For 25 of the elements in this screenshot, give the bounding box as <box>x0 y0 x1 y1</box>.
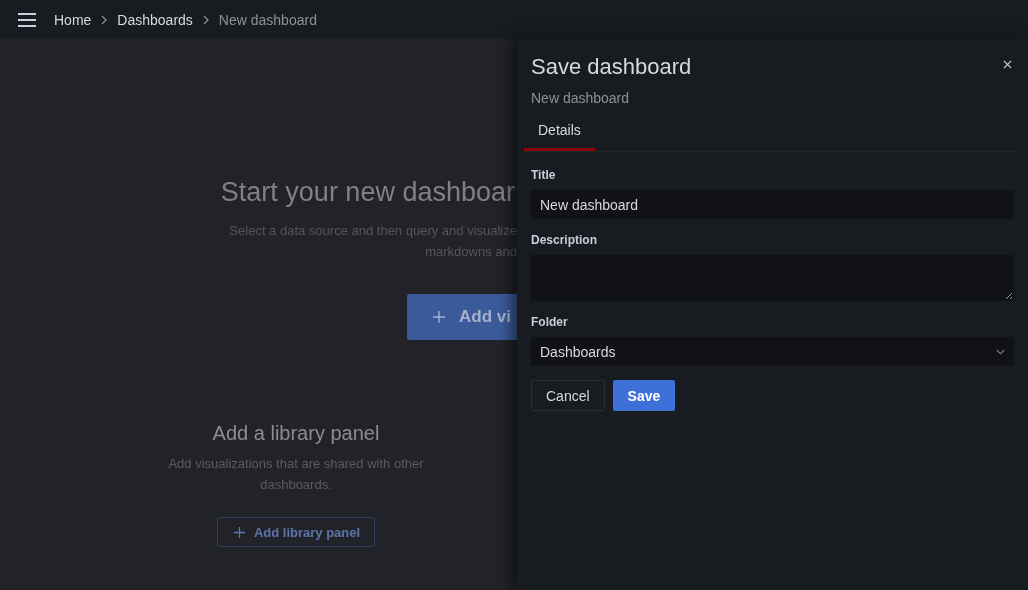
library-heading: Add a library panel <box>212 422 380 445</box>
folder-select[interactable]: Dashboards <box>531 337 1014 366</box>
close-icon[interactable] <box>1003 60 1012 69</box>
breadcrumb-link[interactable]: New dashboard <box>218 11 317 28</box>
tab[interactable]: Details <box>524 122 595 151</box>
drawer-title: Save dashboard <box>531 54 692 80</box>
cancel-button[interactable]: Cancel <box>531 380 605 411</box>
breadcrumb-link[interactable]: Dashboards <box>117 11 193 28</box>
chevron-icon <box>101 14 108 25</box>
library-text: Add visualizations that are shared with other dashboards. <box>167 455 425 494</box>
plus-icon <box>233 526 245 538</box>
field-label: Description <box>531 233 598 247</box>
empty-state-heading: Start your new dashboar <box>220 176 515 208</box>
chevron-icon <box>202 14 209 25</box>
field-label: Folder <box>531 315 569 329</box>
menu-icon[interactable] <box>18 12 36 27</box>
button-label: Add library panel <box>253 524 361 540</box>
field-label: Title <box>531 168 557 182</box>
title-input[interactable]: New dashboard <box>531 190 1014 219</box>
button-label: Add vi <box>459 307 511 327</box>
plus-icon <box>433 311 445 323</box>
save-button[interactable]: Save <box>612 380 676 411</box>
drawer-subtitle: New dashboard <box>531 90 631 106</box>
chevron-down-icon <box>996 348 1005 355</box>
breadcrumb-link[interactable]: Home <box>54 11 92 28</box>
